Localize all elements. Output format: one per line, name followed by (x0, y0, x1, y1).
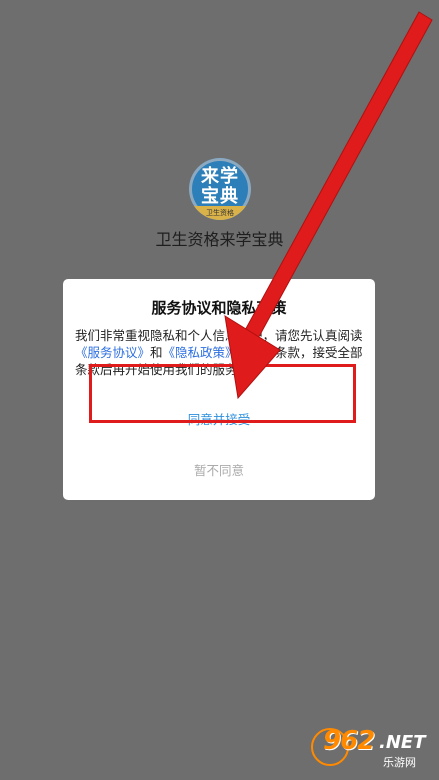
privacy-policy-link[interactable]: 《隐私政策》 (163, 345, 238, 360)
logo-text-bottom: 宝典 (201, 186, 239, 207)
annotation-highlight-box (89, 364, 356, 423)
app-name: 卫生资格来学宝典 (155, 230, 284, 249)
body-text-2: 和 (150, 345, 163, 360)
watermark: 962 .NET 乐游网 (311, 726, 431, 772)
dialog-title: 服务协议和隐私政策 (151, 299, 287, 317)
decline-button[interactable]: 暂不同意 (63, 460, 375, 479)
app-logo: 来学 宝典 卫生资格 (189, 158, 251, 220)
service-agreement-link[interactable]: 《服务协议》 (75, 345, 150, 360)
watermark-domain: .NET (379, 732, 426, 753)
watermark-number: 962 (323, 726, 375, 756)
body-text-1: 我们非常重视隐私和个人信息保护，请您先认真阅读 (75, 328, 363, 343)
logo-band-text: 卫生资格 (189, 206, 251, 220)
watermark-site: 乐游网 (383, 756, 416, 769)
